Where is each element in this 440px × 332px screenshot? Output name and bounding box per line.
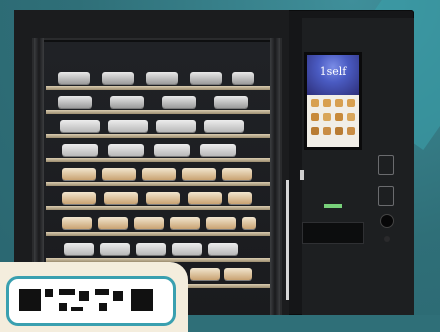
qr-module [99,303,107,311]
product-pack [58,96,92,108]
screen-tile[interactable] [323,99,331,107]
qr-finder [131,289,153,311]
product-pack [214,96,248,108]
product-pack [60,120,100,132]
coin-slot[interactable] [380,214,394,228]
product-pack [172,243,202,255]
shelf [46,86,270,90]
screen-tile[interactable] [323,127,331,135]
product-pack [232,72,254,84]
product-pack [58,72,90,84]
panel-switch[interactable] [300,170,304,180]
product-pack [146,72,178,84]
product-pack [222,168,252,180]
product-pack [100,243,130,255]
shelf [46,134,270,138]
product-pack [108,144,144,156]
shelf [46,182,270,186]
product-pack [156,120,196,132]
contactless-reader[interactable] [378,186,394,206]
qr-finder [19,289,41,311]
screen-tile[interactable] [311,113,319,121]
product-pack [242,217,256,229]
product-pack [64,243,94,255]
qr-module [59,289,75,295]
product-pack [146,192,180,204]
shelf [46,158,270,162]
screen-tile[interactable] [335,113,343,121]
product-pack [108,120,148,132]
product-pack [102,168,136,180]
door-handle[interactable] [286,180,289,300]
product-pack [204,120,244,132]
screen-tile[interactable] [347,113,355,121]
product-pack [62,217,92,229]
product-pack [224,268,252,280]
screen-tile[interactable] [311,99,319,107]
shelf [46,110,270,114]
product-pack [142,168,176,180]
product-pack [190,72,222,84]
product-pack [62,144,98,156]
product-pack [190,268,220,280]
qr-module [95,289,109,295]
product-pack [206,217,236,229]
product-pack [98,217,128,229]
product-pack [102,72,134,84]
screen-tile[interactable] [335,99,343,107]
product-pack [228,192,252,204]
qr-module [79,291,89,301]
product-pack [62,168,96,180]
product-pack [104,192,138,204]
product-pack [136,243,166,255]
qr-code-icon[interactable] [6,276,176,326]
product-pack [162,96,196,108]
screen-tile[interactable] [347,127,355,135]
shelf [46,232,270,236]
qr-module [113,291,123,301]
product-pack [134,217,164,229]
qr-module [59,303,67,311]
screen-logo: 1self [319,65,347,78]
door-rail-right [270,38,280,315]
dispense-tray[interactable] [302,222,364,244]
qr-finder [45,289,53,297]
qr-module [71,307,83,311]
shelf [46,206,270,210]
product-pack [62,192,96,204]
status-led [324,204,342,208]
screen-tile[interactable] [323,113,331,121]
product-pack [154,144,190,156]
screen-tile[interactable] [311,127,319,135]
card-reader-slot[interactable] [378,155,394,175]
screen-product-grid [311,99,355,147]
touch-screen[interactable]: 1self [304,52,362,150]
screen-tile[interactable] [347,99,355,107]
product-pack [182,168,216,180]
product-pack [208,243,238,255]
product-pack [170,217,200,229]
product-pack [188,192,222,204]
indicator-light [384,236,390,242]
product-pack [110,96,144,108]
product-pack [200,144,236,156]
screen-tile[interactable] [335,127,343,135]
